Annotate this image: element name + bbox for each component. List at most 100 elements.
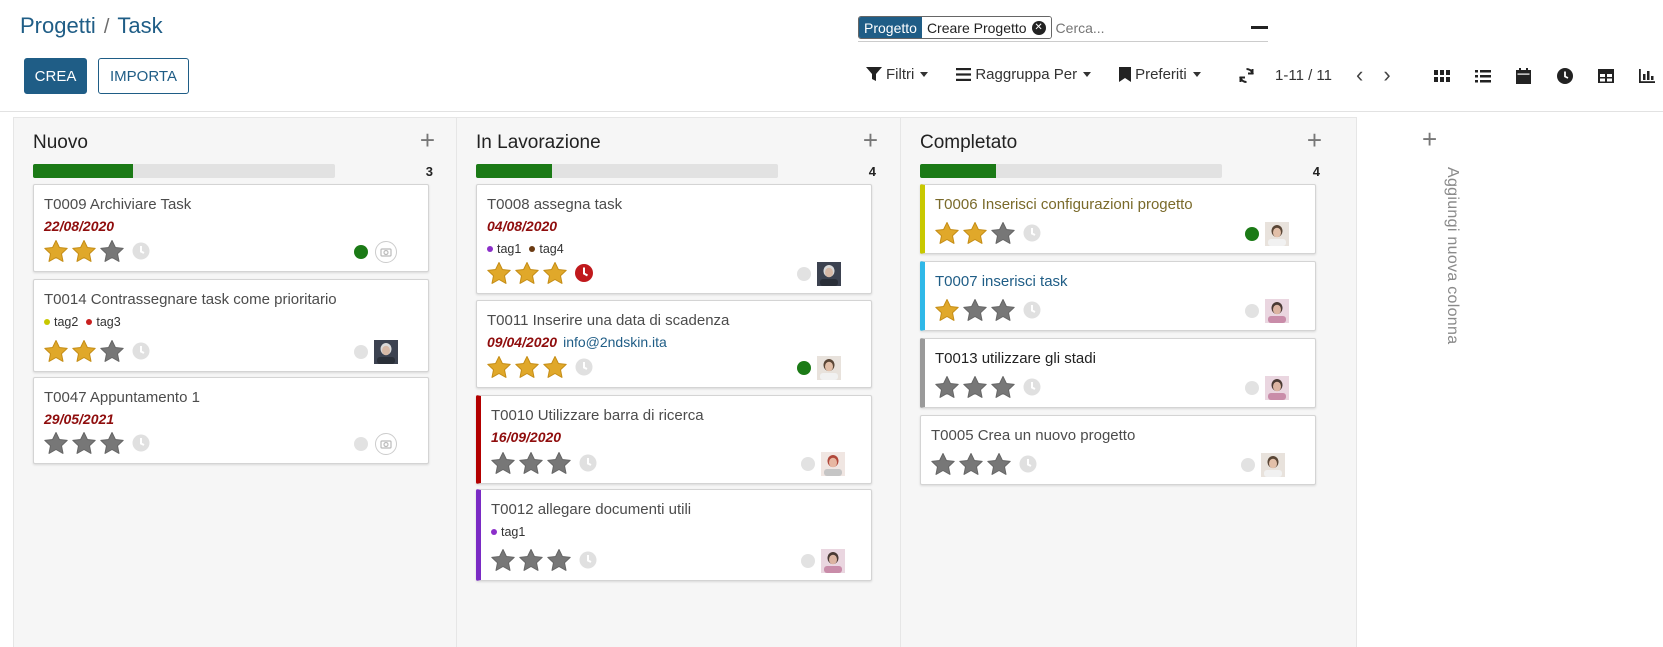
kanban-state-icon[interactable] [1245,381,1259,395]
kanban-state-icon[interactable] [797,267,811,281]
task-title: T0005 Crea un nuovo progetto [931,427,1136,444]
star-icon[interactable] [490,548,516,572]
search-input[interactable] [1055,19,1226,36]
refresh-icon[interactable] [1238,67,1255,84]
task-email[interactable]: info@2ndskin.ita [563,334,667,350]
star-icon[interactable] [490,451,516,475]
quick-create-plus-icon[interactable]: + [863,127,878,153]
quick-create-plus-icon[interactable]: + [420,127,435,153]
quick-create-plus-icon[interactable]: + [1307,127,1322,153]
pivot-view-button[interactable] [1585,66,1626,86]
star-icon[interactable] [71,239,97,263]
kanban-state-icon[interactable] [797,361,811,375]
kanban-state-icon[interactable] [354,345,368,359]
filters-dropdown[interactable]: Filtri [866,66,929,83]
star-icon[interactable] [934,298,960,322]
task-card[interactable]: T0005 Crea un nuovo progetto [920,415,1316,485]
star-icon[interactable] [962,221,988,245]
breadcrumb-projects-link[interactable]: Progetti [20,13,96,39]
activity-clock-icon[interactable] [1022,377,1042,397]
task-card[interactable]: T0007 inserisci task [920,261,1316,331]
task-card[interactable]: T0006 Inserisci configurazioni progetto [920,184,1316,254]
star-icon[interactable] [43,431,69,455]
activity-clock-icon[interactable] [578,550,598,570]
avatar-image [817,356,841,380]
favorites-dropdown[interactable]: Preferiti [1119,66,1201,83]
star-icon[interactable] [486,261,512,285]
star-icon[interactable] [990,375,1016,399]
list-view-button[interactable] [1462,66,1503,86]
kanban-state-icon[interactable] [1241,458,1255,472]
star-icon[interactable] [546,548,572,572]
star-icon[interactable] [990,221,1016,245]
star-icon[interactable] [71,339,97,363]
star-icon[interactable] [546,451,572,475]
star-icon[interactable] [986,452,1012,476]
search-collapse-icon[interactable] [1251,26,1268,29]
kanban-state-icon[interactable] [354,437,368,451]
task-card[interactable]: T0047 Appuntamento 1 29/05/2021 [33,377,429,464]
activity-clock-icon[interactable] [1018,454,1038,474]
activity-clock-icon[interactable] [131,341,151,361]
pager-next-icon[interactable]: › [1383,64,1390,86]
star-icon[interactable] [71,431,97,455]
star-icon[interactable] [958,452,984,476]
activity-clock-icon[interactable] [1022,300,1042,320]
column-title: In Lavorazione [476,132,601,153]
star-icon[interactable] [99,431,125,455]
star-icon[interactable] [962,375,988,399]
task-card[interactable]: T0008 assegna task 04/08/2020 tag1 tag4 [476,184,872,294]
group-by-dropdown[interactable]: Raggruppa Per [956,66,1092,83]
activity-clock-icon[interactable] [131,241,151,261]
breadcrumb-current: Task [117,13,163,38]
star-icon[interactable] [514,261,540,285]
priority-stars [490,451,598,475]
kanban-state-icon[interactable] [1245,304,1259,318]
task-card[interactable]: T0010 Utilizzare barra di ricerca 16/09/2… [476,395,872,484]
star-icon[interactable] [518,548,544,572]
star-icon[interactable] [962,298,988,322]
add-column[interactable]: + Aggiungi nuova colonna [1419,126,1461,387]
task-card[interactable]: T0011 Inserire una data di scadenza 09/04… [476,300,872,388]
star-icon[interactable] [514,355,540,379]
star-icon[interactable] [934,221,960,245]
task-tags: tag2 tag3 [44,315,121,329]
add-column-plus-icon[interactable]: + [1422,126,1437,152]
pager-previous-icon[interactable]: ‹ [1356,64,1363,86]
activity-clock-icon[interactable] [131,433,151,453]
calendar-view-button[interactable] [1503,66,1544,86]
search-facet: Progetto Creare Progetto ✕ [858,16,1052,39]
kanban-state-icon[interactable] [801,554,815,568]
star-icon[interactable] [486,355,512,379]
star-icon[interactable] [518,451,544,475]
activity-clock-icon[interactable] [574,357,594,377]
pager-value[interactable]: 1-11 / 11 [1275,67,1332,84]
star-icon[interactable] [43,339,69,363]
star-icon[interactable] [990,298,1016,322]
caret-down-icon [920,72,929,77]
create-button[interactable]: CREA [24,58,87,94]
star-icon[interactable] [542,355,568,379]
activity-clock-icon[interactable] [578,453,598,473]
star-icon[interactable] [99,339,125,363]
graph-view-button[interactable] [1626,66,1663,86]
activity-clock-icon[interactable] [574,263,594,283]
kanban-state-icon[interactable] [354,245,368,259]
star-icon[interactable] [934,375,960,399]
task-card[interactable]: T0012 allegare documenti utili tag1 [476,489,872,581]
kanban-state-icon[interactable] [1245,227,1259,241]
activity-clock-icon[interactable] [1022,223,1042,243]
star-icon[interactable] [99,239,125,263]
import-button[interactable]: IMPORTA [98,58,189,94]
star-icon[interactable] [542,261,568,285]
star-icon[interactable] [930,452,956,476]
add-column-label[interactable]: Aggiungi nuova colonna [1443,167,1461,344]
task-card[interactable]: T0013 utilizzare gli stadi [920,338,1316,408]
facet-remove-icon[interactable]: ✕ [1031,20,1046,35]
task-card[interactable]: T0014 Contrassegnare task come prioritar… [33,279,429,372]
kanban-state-icon[interactable] [801,457,815,471]
activity-view-button[interactable] [1544,66,1585,86]
kanban-view-button[interactable] [1421,66,1462,86]
task-card[interactable]: T0009 Archiviare Task 22/08/2020 [33,184,429,272]
star-icon[interactable] [43,239,69,263]
